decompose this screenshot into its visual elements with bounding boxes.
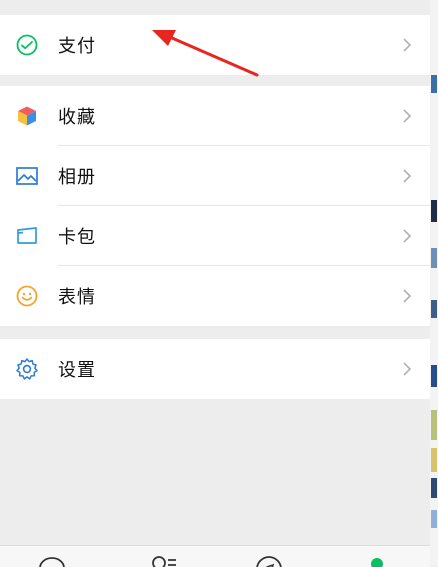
sticker-smiley-icon	[16, 285, 38, 307]
me-tab-icon[interactable]	[362, 554, 392, 567]
background-window-edge	[430, 0, 438, 566]
chevron-right-icon	[403, 169, 412, 183]
chevron-right-icon	[403, 229, 412, 243]
menu-group-settings: 设置	[0, 339, 430, 399]
chevron-right-icon	[403, 362, 412, 376]
menu-item-label: 收藏	[58, 107, 96, 128]
menu-item-label: 相册	[58, 167, 96, 188]
chevron-right-icon	[403, 109, 412, 123]
discover-tab-icon[interactable]	[254, 554, 284, 567]
menu-group-tools: 收藏 相册 卡包 表情	[0, 86, 430, 326]
menu-item-label: 卡包	[58, 227, 96, 248]
menu-group-pay: 支付	[0, 15, 430, 75]
menu-item-label: 表情	[58, 287, 96, 308]
me-page: 支付 收藏 相册 卡包 表情 设置	[0, 0, 430, 567]
menu-item-cards[interactable]: 卡包	[0, 206, 430, 266]
contacts-tab-icon[interactable]	[148, 554, 178, 567]
album-picture-icon	[16, 167, 38, 185]
chevron-right-icon	[403, 289, 412, 303]
wechat-pay-icon	[16, 34, 38, 56]
menu-item-label: 支付	[58, 36, 96, 57]
top-spacer	[0, 0, 430, 15]
chat-tab-icon[interactable]	[37, 554, 67, 567]
favorites-cube-icon	[18, 106, 36, 126]
menu-item-pay[interactable]: 支付	[0, 15, 430, 75]
bottom-tab-bar	[0, 545, 430, 567]
menu-item-stickers[interactable]: 表情	[0, 266, 430, 326]
menu-item-album[interactable]: 相册	[0, 146, 430, 206]
menu-item-settings[interactable]: 设置	[0, 339, 430, 399]
settings-gear-icon	[16, 358, 38, 380]
chevron-right-icon	[403, 38, 412, 52]
menu-item-label: 设置	[58, 360, 96, 381]
menu-item-favorites[interactable]: 收藏	[0, 86, 430, 146]
card-wallet-icon	[17, 227, 37, 244]
